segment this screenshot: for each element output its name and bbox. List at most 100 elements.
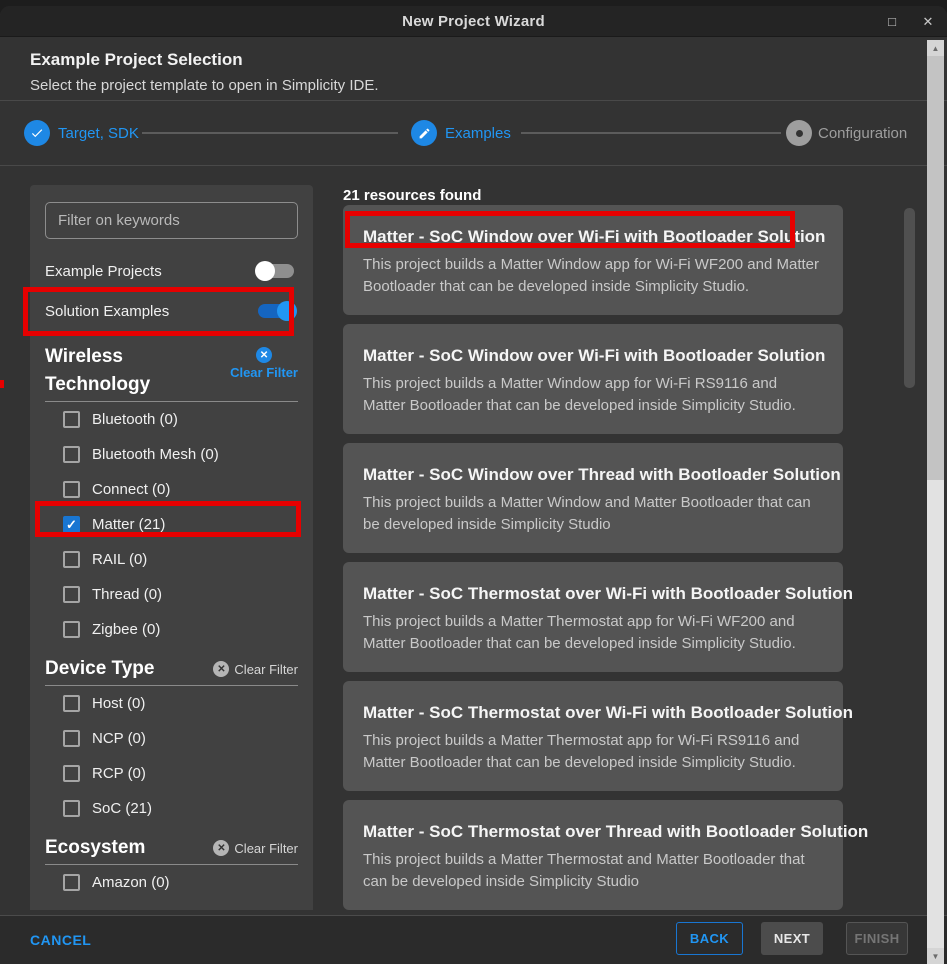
step-connector <box>142 132 398 134</box>
step-configuration-icon[interactable] <box>786 120 812 146</box>
stepper-separator <box>0 165 947 166</box>
sidebar-item-zigbee[interactable]: Zigbee (0) <box>45 612 298 647</box>
card-description: This project builds a Matter Thermostat … <box>363 849 823 893</box>
card-description: This project builds a Matter Thermostat … <box>363 611 823 655</box>
finish-button[interactable]: FINISH <box>846 922 908 955</box>
checkbox-label: Matter (21) <box>92 516 165 533</box>
card-title: Matter - SoC Thermostat over Wi-Fi with … <box>363 703 823 723</box>
clear-filter-ecosystem[interactable]: ✕ Clear Filter <box>213 840 298 856</box>
checkbox-label: Host (0) <box>92 695 145 712</box>
sidebar-item-soc[interactable]: SoC (21) <box>45 791 298 826</box>
clear-filter-wireless[interactable]: ✕ Clear Filter <box>230 343 298 399</box>
results-count: 21 resources found <box>343 187 481 204</box>
example-card[interactable]: Matter - SoC Window over Wi-Fi with Boot… <box>343 205 843 315</box>
checkbox-label: NCP (0) <box>92 730 146 747</box>
clear-filter-label[interactable]: Clear Filter <box>234 662 298 677</box>
sidebar-item-rail[interactable]: RAIL (0) <box>45 542 298 577</box>
step-target-sdk-label[interactable]: Target, SDK <box>58 125 139 142</box>
toggle-knob <box>255 261 275 281</box>
cancel-button[interactable]: CANCEL <box>30 932 91 948</box>
clear-filter-icon[interactable]: ✕ <box>213 661 229 677</box>
step-examples-label[interactable]: Examples <box>445 125 511 142</box>
footer-bar: CANCEL BACK NEXT FINISH <box>0 915 947 964</box>
sidebar-item-ncp[interactable]: NCP (0) <box>45 721 298 756</box>
step-target-sdk-icon[interactable] <box>24 120 50 146</box>
checkbox-icon[interactable] <box>63 481 80 498</box>
back-button[interactable]: BACK <box>676 922 743 955</box>
checkbox-label: Connect (0) <box>92 481 170 498</box>
clear-filter-label[interactable]: Clear Filter <box>230 365 298 380</box>
checkbox-icon[interactable] <box>63 874 80 891</box>
sidebar-item-rcp[interactable]: RCP (0) <box>45 756 298 791</box>
solution-examples-toggle-row[interactable]: Solution Examples <box>45 297 298 325</box>
checkbox-label: Bluetooth Mesh (0) <box>92 446 219 463</box>
titlebar[interactable]: New Project Wizard □ ✕ <box>0 6 947 37</box>
clear-filter-icon[interactable]: ✕ <box>213 840 229 856</box>
example-card[interactable]: Matter - SoC Thermostat over Wi-Fi with … <box>343 562 843 672</box>
checkbox-icon[interactable] <box>63 695 80 712</box>
card-description: This project builds a Matter Thermostat … <box>363 730 823 774</box>
example-projects-toggle-row[interactable]: Example Projects <box>45 257 298 285</box>
checkbox-icon[interactable] <box>63 411 80 428</box>
check-icon <box>30 126 44 140</box>
clear-filter-device-type[interactable]: ✕ Clear Filter <box>213 661 298 677</box>
next-button[interactable]: NEXT <box>761 922 823 955</box>
example-card[interactable]: Matter - SoC Window over Thread with Boo… <box>343 443 843 553</box>
example-card[interactable]: Matter - SoC Thermostat over Wi-Fi with … <box>343 681 843 791</box>
checkbox-label: Thread (0) <box>92 586 162 603</box>
checkbox-icon[interactable] <box>63 800 80 817</box>
page-subtitle: Select the project template to open in S… <box>30 77 379 94</box>
checkbox-icon[interactable] <box>63 765 80 782</box>
example-card[interactable]: Matter - SoC Window over Wi-Fi with Boot… <box>343 324 843 434</box>
results-scrollbar-thumb[interactable] <box>904 208 915 388</box>
section-title: Device Type <box>45 655 154 683</box>
step-configuration-label[interactable]: Configuration <box>818 125 907 142</box>
close-icon[interactable]: ✕ <box>919 14 937 30</box>
sidebar-item-bluetooth-mesh[interactable]: Bluetooth Mesh (0) <box>45 437 298 472</box>
section-title: Wireless Technology <box>45 343 195 399</box>
sidebar-item-amazon[interactable]: Amazon (0) <box>45 865 298 900</box>
window-scrollbar[interactable]: ▲ ▼ <box>927 40 944 964</box>
checkbox-icon[interactable] <box>63 446 80 463</box>
window-title: New Project Wizard <box>402 13 545 30</box>
sidebar-item-connect[interactable]: Connect (0) <box>45 472 298 507</box>
example-card[interactable]: Matter - SoC Thermostat over Thread with… <box>343 800 843 910</box>
page-title: Example Project Selection <box>30 50 243 70</box>
checkbox-checked-icon[interactable] <box>63 516 80 533</box>
section-ecosystem: Ecosystem ✕ Clear Filter <box>45 834 298 862</box>
checkbox-icon[interactable] <box>63 551 80 568</box>
checkbox-label: Amazon (0) <box>92 874 170 891</box>
maximize-icon[interactable]: □ <box>883 14 901 29</box>
checkbox-icon[interactable] <box>63 586 80 603</box>
step-examples-icon[interactable] <box>411 120 437 146</box>
window-scrollbar-thumb[interactable] <box>927 56 944 480</box>
card-title: Matter - SoC Thermostat over Thread with… <box>363 822 823 842</box>
checkbox-icon[interactable] <box>63 730 80 747</box>
solution-examples-toggle[interactable] <box>258 304 294 318</box>
checkbox-label: Zigbee (0) <box>92 621 160 638</box>
section-wireless-technology: Wireless Technology ✕ Clear Filter <box>45 343 298 399</box>
sidebar-item-thread[interactable]: Thread (0) <box>45 577 298 612</box>
pencil-icon <box>418 127 431 140</box>
scroll-down-icon[interactable]: ▼ <box>927 948 944 964</box>
checkbox-label: SoC (21) <box>92 800 152 817</box>
card-title: Matter - SoC Window over Wi-Fi with Boot… <box>363 346 823 366</box>
checkbox-label: RAIL (0) <box>92 551 147 568</box>
card-title: Matter - SoC Thermostat over Wi-Fi with … <box>363 584 823 604</box>
results-list: Matter - SoC Window over Wi-Fi with Boot… <box>343 205 843 919</box>
section-device-type: Device Type ✕ Clear Filter <box>45 655 298 683</box>
checkbox-icon[interactable] <box>63 621 80 638</box>
sidebar-item-bluetooth[interactable]: Bluetooth (0) <box>45 402 298 437</box>
card-title: Matter - SoC Window over Thread with Boo… <box>363 465 823 485</box>
keyword-filter-input[interactable] <box>45 202 298 239</box>
clear-filter-label[interactable]: Clear Filter <box>234 841 298 856</box>
screenshot-stage: New Project Wizard □ ✕ Example Project S… <box>0 0 947 964</box>
sidebar-item-host[interactable]: Host (0) <box>45 686 298 721</box>
card-title: Matter - SoC Window over Wi-Fi with Boot… <box>363 227 823 247</box>
checkbox-label: Bluetooth (0) <box>92 411 178 428</box>
clear-filter-icon[interactable]: ✕ <box>256 347 272 363</box>
section-title: Ecosystem <box>45 834 145 862</box>
example-projects-toggle[interactable] <box>258 264 294 278</box>
scroll-up-icon[interactable]: ▲ <box>927 40 944 56</box>
sidebar-item-matter[interactable]: Matter (21) <box>45 507 298 542</box>
